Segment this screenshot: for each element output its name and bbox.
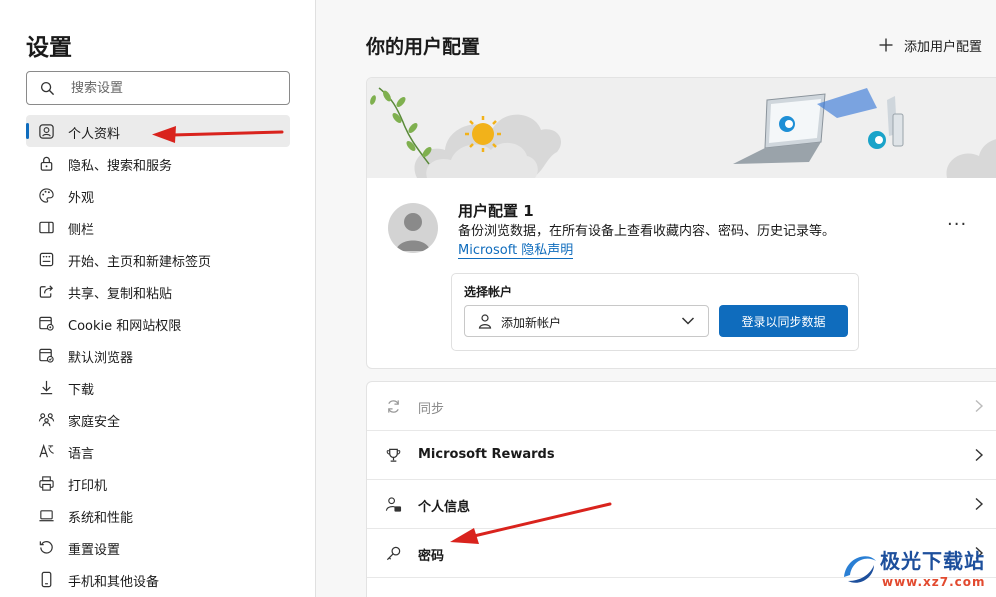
more-options-button[interactable]: ··· <box>947 214 967 235</box>
profile-name: 用户配置 1 <box>458 202 534 220</box>
watermark-url: www.xz7.com <box>882 575 986 589</box>
add-profile-button[interactable]: 添加用户配置 <box>878 34 982 56</box>
sign-in-sync-button[interactable]: 登录以同步数据 <box>719 305 848 337</box>
nav-item-language[interactable]: 语言 <box>26 435 290 467</box>
nav-label: 下载 <box>68 383 95 398</box>
chevron-right-icon <box>975 399 984 413</box>
site-permissions-icon <box>39 316 54 331</box>
nav-label: 外观 <box>68 191 95 206</box>
nav-item-privacy[interactable]: 隐私、搜索和服务 <box>26 147 290 179</box>
account-dropdown-value: 添加新帐户 <box>501 316 562 330</box>
laptop-icon <box>39 510 54 522</box>
nav-label: 重置设置 <box>68 543 121 558</box>
nav-label: 打印机 <box>68 479 108 494</box>
nav-label: 手机和其他设备 <box>68 575 160 590</box>
profile-description-text: 备份浏览数据，在所有设备上查看收藏内容、密码、历史记录等。 <box>458 224 836 239</box>
nav-label: 系统和性能 <box>68 511 134 526</box>
avatar[interactable] <box>388 203 438 253</box>
share-icon <box>39 285 54 298</box>
account-selector-panel: 选择帐户 添加新帐户 登录以同步数据 <box>451 273 859 351</box>
chevron-down-icon <box>681 317 695 325</box>
sidebar-icon <box>39 221 54 234</box>
nav-label: 侧栏 <box>68 223 95 238</box>
search-input[interactable] <box>71 76 281 100</box>
row-label: Microsoft Rewards <box>418 447 555 462</box>
nav-item-cookies[interactable]: Cookie 和网站权限 <box>26 307 290 339</box>
printer-icon <box>39 476 54 491</box>
reset-icon <box>39 541 53 554</box>
search-box[interactable] <box>26 71 290 105</box>
add-profile-label: 添加用户配置 <box>904 39 983 55</box>
settings-sidebar: 设置 个人资料 隐私、搜索和服务 外观 侧栏 开始、主页和新建标签页 共享、复制… <box>0 0 316 597</box>
nav-item-phone[interactable]: 手机和其他设备 <box>26 563 290 595</box>
nav-label: Cookie 和网站权限 <box>68 319 182 334</box>
nav-label: 开始、主页和新建标签页 <box>68 255 212 270</box>
watermark-text: 极光下载站 <box>880 549 985 573</box>
profile-description: 备份浏览数据，在所有设备上查看收藏内容、密码、历史记录等。 Microsoft … <box>458 222 858 260</box>
browser-icon <box>39 348 54 363</box>
annotation-arrow-passwords <box>450 502 612 544</box>
nav-item-downloads[interactable]: 下载 <box>26 371 290 403</box>
annotation-arrow-profile <box>152 126 284 143</box>
nav-item-system[interactable]: 系统和性能 <box>26 499 290 531</box>
lock-icon <box>40 156 53 171</box>
nav-item-family[interactable]: 家庭安全 <box>26 403 290 435</box>
nav-label: 家庭安全 <box>68 415 121 430</box>
profile-icon <box>39 124 54 139</box>
settings-nav: 个人资料 隐私、搜索和服务 外观 侧栏 开始、主页和新建标签页 共享、复制和粘贴… <box>26 115 290 595</box>
phone-icon <box>41 571 52 588</box>
search-icon <box>40 81 55 96</box>
profile-banner-illustration <box>367 78 996 178</box>
nav-item-default-browser[interactable]: 默认浏览器 <box>26 339 290 371</box>
account-label: 选择帐户 <box>464 285 513 299</box>
family-icon <box>38 413 55 427</box>
watermark-logo-icon <box>844 556 876 583</box>
nav-item-share[interactable]: 共享、复制和粘贴 <box>26 275 290 307</box>
sync-icon <box>388 400 399 413</box>
page-title: 你的用户配置 <box>366 36 481 58</box>
trophy-icon <box>386 448 401 462</box>
download-icon <box>40 380 53 395</box>
nav-item-start-home[interactable]: 开始、主页和新建标签页 <box>26 243 290 275</box>
nav-item-sidebar[interactable]: 侧栏 <box>26 211 290 243</box>
person-card-icon <box>385 497 402 512</box>
nav-item-reset[interactable]: 重置设置 <box>26 531 290 563</box>
key-icon <box>386 546 401 561</box>
palette-icon <box>39 188 54 203</box>
row-microsoft-rewards[interactable]: Microsoft Rewards <box>367 431 996 480</box>
row-label: 同步 <box>418 402 445 417</box>
person-icon <box>478 314 492 329</box>
nav-item-appearance[interactable]: 外观 <box>26 179 290 211</box>
nav-label: 语言 <box>68 447 95 462</box>
nav-label: 隐私、搜索和服务 <box>68 159 173 174</box>
account-dropdown[interactable]: 添加新帐户 <box>464 305 709 337</box>
home-icon <box>39 252 54 267</box>
sidebar-title: 设置 <box>26 35 72 61</box>
nav-label: 共享、复制和粘贴 <box>68 287 173 302</box>
chevron-right-icon <box>975 497 984 511</box>
row-label: 密码 <box>418 549 445 564</box>
privacy-statement-link[interactable]: Microsoft 隐私声明 <box>458 243 574 259</box>
profile-card: 用户配置 1 备份浏览数据，在所有设备上查看收藏内容、密码、历史记录等。 Mic… <box>366 77 996 369</box>
row-sync[interactable]: 同步 <box>367 382 996 431</box>
person-silhouette-icon <box>396 213 430 251</box>
plus-icon <box>879 38 893 52</box>
chevron-right-icon <box>975 448 984 462</box>
nav-label: 默认浏览器 <box>68 351 134 366</box>
language-icon <box>39 443 54 458</box>
nav-item-printers[interactable]: 打印机 <box>26 467 290 499</box>
site-watermark: 极光下载站 www.xz7.com <box>838 543 996 597</box>
nav-label: 个人资料 <box>68 127 121 142</box>
